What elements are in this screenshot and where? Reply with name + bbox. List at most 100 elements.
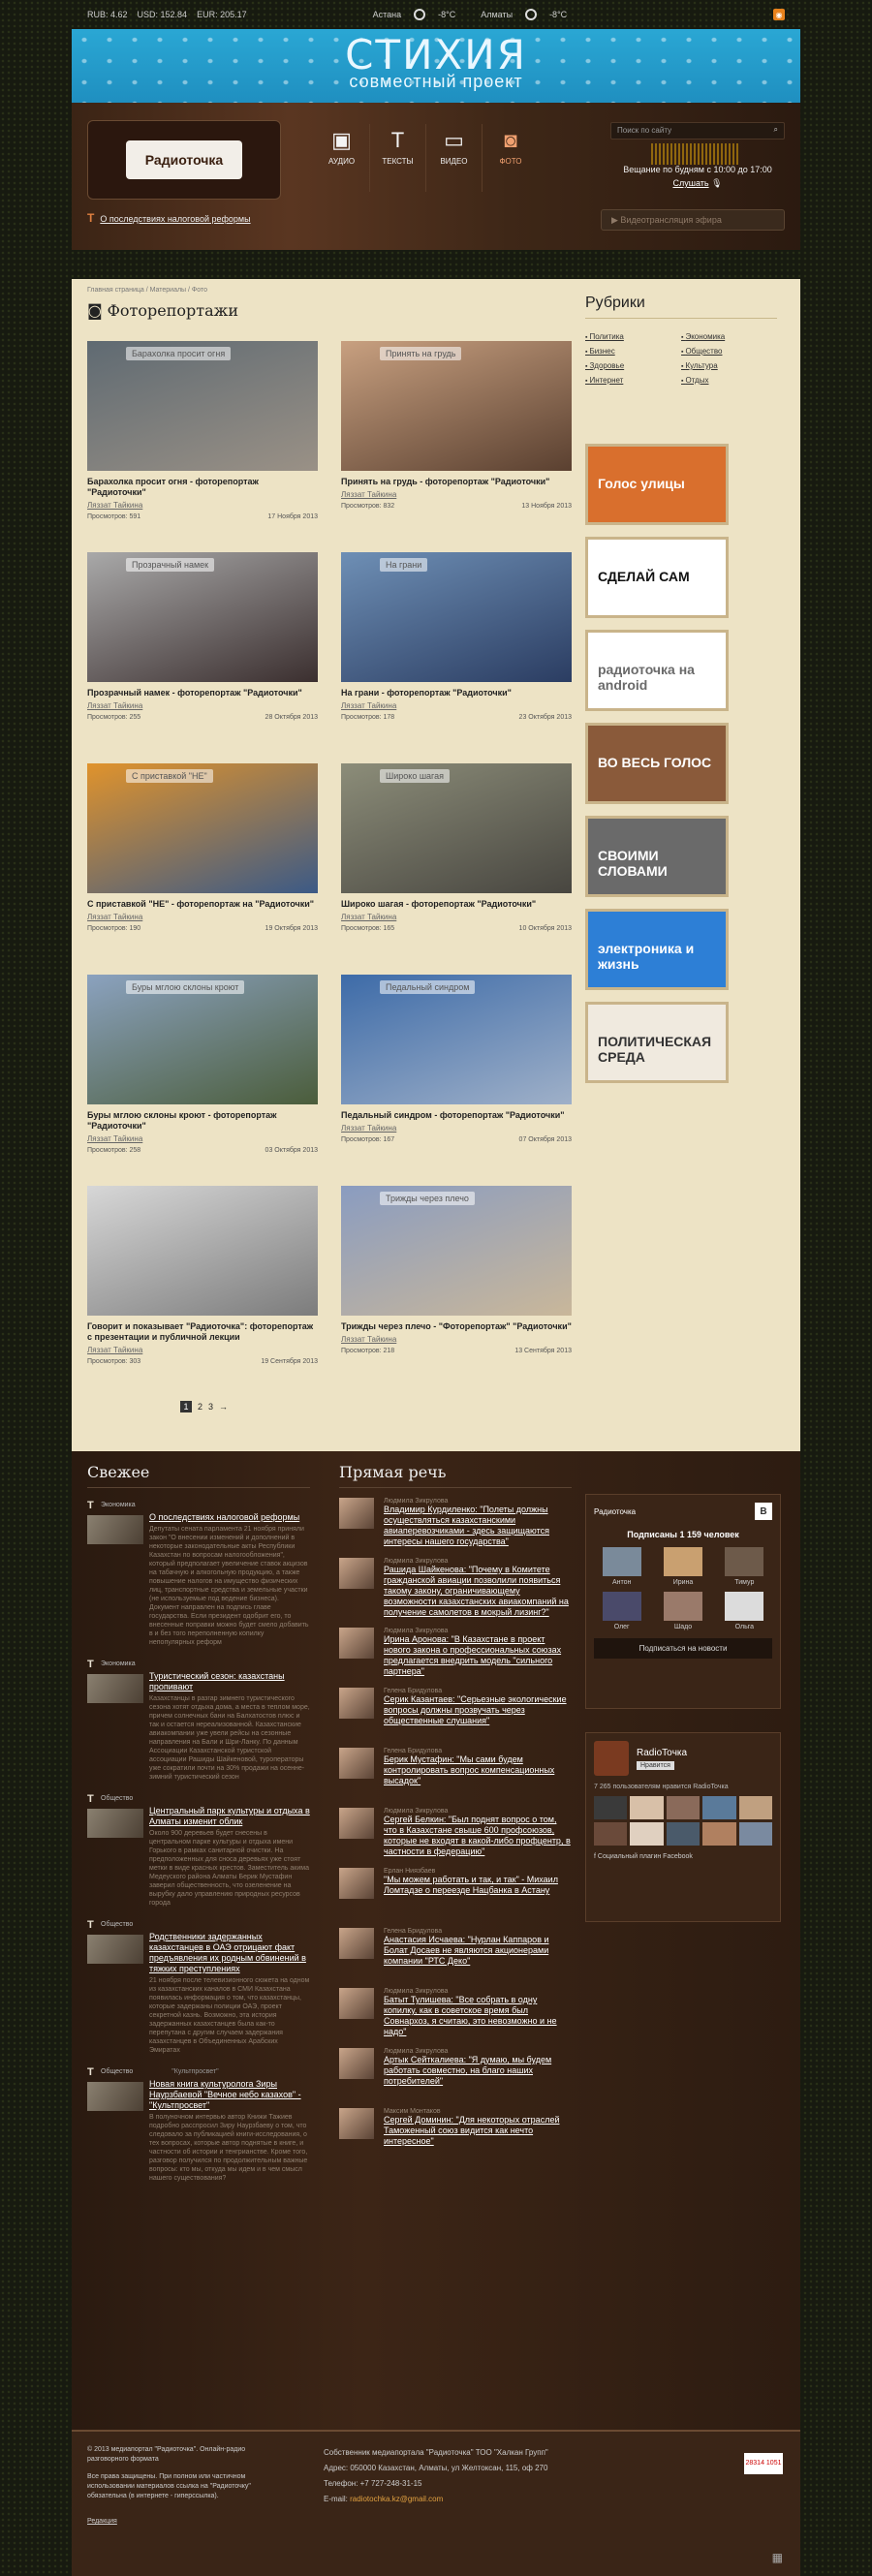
photo-report-title[interactable]: Говорит и показывает "Радиоточка": фотор… bbox=[87, 1321, 318, 1343]
photo-report-author[interactable]: Ляззат Тайкина bbox=[341, 913, 572, 921]
speaker-photo[interactable] bbox=[339, 1808, 374, 1839]
photo-report-card[interactable]: Педальный синдром Педальный синдром - фо… bbox=[341, 975, 572, 1143]
photo-report-image[interactable]: С приставкой "НЕ" bbox=[87, 763, 318, 893]
photo-report-title[interactable]: На грани - фоторепортаж "Радиоточки" bbox=[341, 688, 572, 698]
fb-fan-avatar[interactable] bbox=[630, 1796, 664, 1819]
rubric-internet[interactable]: Интернет bbox=[585, 376, 681, 385]
photo-report-title[interactable]: Принять на грудь - фоторепортаж "Радиото… bbox=[341, 477, 572, 487]
nav-texts[interactable]: T ТЕКСТЫ bbox=[370, 124, 426, 192]
fb-page-name[interactable]: RadioToчка bbox=[637, 1748, 687, 1758]
page-2[interactable]: 2 bbox=[198, 1402, 202, 1412]
photo-report-title[interactable]: Широко шагая - фоторепортаж "Радиоточки" bbox=[341, 899, 572, 910]
speech-headline[interactable]: Сергей Доминин: "Для некоторых отраслей … bbox=[384, 2115, 572, 2147]
speech-headline[interactable]: Серик Казантаев: "Серьезные экологически… bbox=[384, 1694, 572, 1726]
speaker-photo[interactable] bbox=[339, 1748, 374, 1779]
speaker-photo[interactable] bbox=[339, 1558, 374, 1589]
photo-report-author[interactable]: Ляззат Тайкина bbox=[341, 490, 572, 499]
speaker-photo[interactable] bbox=[339, 1688, 374, 1719]
fresh-news-thumbnail[interactable] bbox=[87, 1674, 143, 1703]
fb-fan-avatar[interactable] bbox=[594, 1822, 628, 1846]
fresh-news-headline[interactable]: О последствиях налоговой реформы bbox=[149, 1512, 310, 1523]
fb-fan-avatar[interactable] bbox=[702, 1796, 736, 1819]
speech-headline[interactable]: Сергей Белкин: "Был поднят вопрос о том,… bbox=[384, 1815, 572, 1857]
photo-report-author[interactable]: Ляззат Тайкина bbox=[87, 913, 318, 921]
fb-like-button[interactable]: Нравится bbox=[637, 1760, 674, 1770]
photo-report-author[interactable]: Ляззат Тайкина bbox=[87, 1134, 318, 1143]
nav-audio[interactable]: ▣ АУДИО bbox=[314, 124, 370, 192]
speech-headline[interactable]: Артык Сейткалиева: "Я думаю, мы будем ра… bbox=[384, 2055, 572, 2087]
photo-report-title[interactable]: Буры мглою склоны кроют - фоторепортаж "… bbox=[87, 1110, 318, 1132]
footer-editorial-link[interactable]: Редакция bbox=[87, 2517, 281, 2527]
photo-report-author[interactable]: Ляззат Тайкина bbox=[87, 501, 318, 510]
visit-counter[interactable]: 28314 1051 bbox=[744, 2453, 783, 2474]
photo-report-card[interactable]: Прозрачный намек Прозрачный намек - фото… bbox=[87, 552, 318, 721]
photo-report-image[interactable] bbox=[87, 1186, 318, 1316]
stihiya-banner[interactable]: СТИХИЯ совместный проект bbox=[72, 29, 800, 103]
photo-report-card[interactable]: Принять на грудь Принять на грудь - фото… bbox=[341, 341, 572, 510]
fb-fan-avatar[interactable] bbox=[702, 1822, 736, 1846]
speech-headline[interactable]: Рашида Шайкенова: "Почему в Комитете гра… bbox=[384, 1565, 572, 1618]
photo-report-card[interactable]: Говорит и показывает "Радиоточка": фотор… bbox=[87, 1186, 318, 1365]
rubric-society[interactable]: Общество bbox=[681, 347, 777, 356]
ticker-link[interactable]: О последствиях налоговой реформы bbox=[100, 214, 250, 224]
speech-headline[interactable]: Владимир Курдиленко: "Полеты должны осущ… bbox=[384, 1505, 572, 1547]
speaker-photo[interactable] bbox=[339, 1628, 374, 1659]
vk-member[interactable]: Ольга bbox=[717, 1592, 772, 1630]
fb-fan-avatar[interactable] bbox=[594, 1796, 628, 1819]
rubric-health[interactable]: Здоровье bbox=[585, 361, 681, 370]
nav-photo[interactable]: ◙ ФОТО bbox=[483, 124, 539, 192]
speech-headline[interactable]: Берик Мустафин: "Мы сами будем контролир… bbox=[384, 1754, 572, 1786]
speech-headline[interactable]: "Мы можем работать и так, и так" - Михаи… bbox=[384, 1875, 572, 1896]
photo-report-card[interactable]: Широко шагая Широко шагая - фоторепортаж… bbox=[341, 763, 572, 932]
side-banner[interactable]: СДЕЛАЙ САМ bbox=[585, 537, 729, 618]
side-banner[interactable]: ПОЛИТИЧЕСКАЯ СРЕДА bbox=[585, 1002, 729, 1083]
side-banner[interactable]: Голос улицы bbox=[585, 444, 729, 525]
rss-icon[interactable]: ◉ bbox=[773, 9, 785, 20]
fresh-news-thumbnail[interactable] bbox=[87, 2082, 143, 2111]
fb-fan-avatar[interactable] bbox=[666, 1822, 701, 1846]
speaker-photo[interactable] bbox=[339, 1498, 374, 1529]
photo-report-image[interactable]: Широко шагая bbox=[341, 763, 572, 893]
photo-report-author[interactable]: Ляззат Тайкина bbox=[87, 1346, 318, 1354]
photo-report-title[interactable]: Трижды через плечо - "Фоторепортаж" "Рад… bbox=[341, 1321, 572, 1332]
page-1[interactable]: 1 bbox=[180, 1401, 192, 1412]
search-input[interactable]: Поиск по сайту ⌕ bbox=[610, 122, 785, 140]
photo-report-image[interactable]: Прозрачный намек bbox=[87, 552, 318, 682]
listen-link[interactable]: Слушать bbox=[672, 178, 708, 188]
photo-report-title[interactable]: Педальный синдром - фоторепортаж "Радиот… bbox=[341, 1110, 572, 1121]
vk-group-name[interactable]: Радиоточка bbox=[594, 1507, 636, 1516]
side-banner[interactable]: СВОИМИ СЛОВАМИ bbox=[585, 816, 729, 897]
photo-report-title[interactable]: Прозрачный намек - фоторепортаж "Радиото… bbox=[87, 688, 318, 698]
photo-report-card[interactable]: Трижды через плечо Трижды через плечо - … bbox=[341, 1186, 572, 1354]
speaker-photo[interactable] bbox=[339, 1988, 374, 2019]
vk-member[interactable]: Олег bbox=[594, 1592, 649, 1630]
photo-report-card[interactable]: Барахолка просит огня Барахолка просит о… bbox=[87, 341, 318, 520]
speech-headline[interactable]: Батыт Тулишева: "Все собрать в одну копи… bbox=[384, 1995, 572, 2037]
page-3[interactable]: 3 bbox=[208, 1402, 213, 1412]
photo-report-image[interactable]: Буры мглою склоны кроют bbox=[87, 975, 318, 1104]
fresh-news-thumbnail[interactable] bbox=[87, 1935, 143, 1964]
vk-member[interactable]: Ирина bbox=[655, 1547, 710, 1586]
footer-email-link[interactable]: radiotochka.kz@gmail.com bbox=[350, 2495, 443, 2503]
vk-member[interactable]: Шадо bbox=[655, 1592, 710, 1630]
rubric-business[interactable]: Бизнес bbox=[585, 347, 681, 356]
fresh-news-category-text[interactable]: Общество bbox=[101, 1921, 133, 1928]
fresh-news-category-text[interactable]: Общество bbox=[101, 2068, 133, 2075]
photo-report-author[interactable]: Ляззат Тайкина bbox=[341, 701, 572, 710]
photo-report-image[interactable]: На грани bbox=[341, 552, 572, 682]
rubric-culture[interactable]: Культура bbox=[681, 361, 777, 370]
vk-member[interactable]: Антон bbox=[594, 1547, 649, 1586]
photo-report-image[interactable]: Принять на грудь bbox=[341, 341, 572, 471]
fresh-news-headline[interactable]: Центральный парк культуры и отдыха в Алм… bbox=[149, 1806, 310, 1827]
speaker-photo[interactable] bbox=[339, 1868, 374, 1899]
side-banner[interactable]: радиоточка на android bbox=[585, 630, 729, 711]
fresh-news-category-text[interactable]: Общество bbox=[101, 1795, 133, 1802]
photo-report-card[interactable]: На грани На грани - фоторепортаж "Радиот… bbox=[341, 552, 572, 721]
speaker-photo[interactable] bbox=[339, 2108, 374, 2139]
speech-headline[interactable]: Ирина Аронова: "В Казахстане в проект но… bbox=[384, 1634, 572, 1677]
photo-report-author[interactable]: Ляззат Тайкина bbox=[341, 1124, 572, 1133]
photo-report-image[interactable]: Педальный синдром bbox=[341, 975, 572, 1104]
fresh-news-category-text[interactable]: Экономика bbox=[101, 1660, 136, 1667]
speaker-photo[interactable] bbox=[339, 1928, 374, 1959]
fb-fan-avatar[interactable] bbox=[666, 1796, 701, 1819]
